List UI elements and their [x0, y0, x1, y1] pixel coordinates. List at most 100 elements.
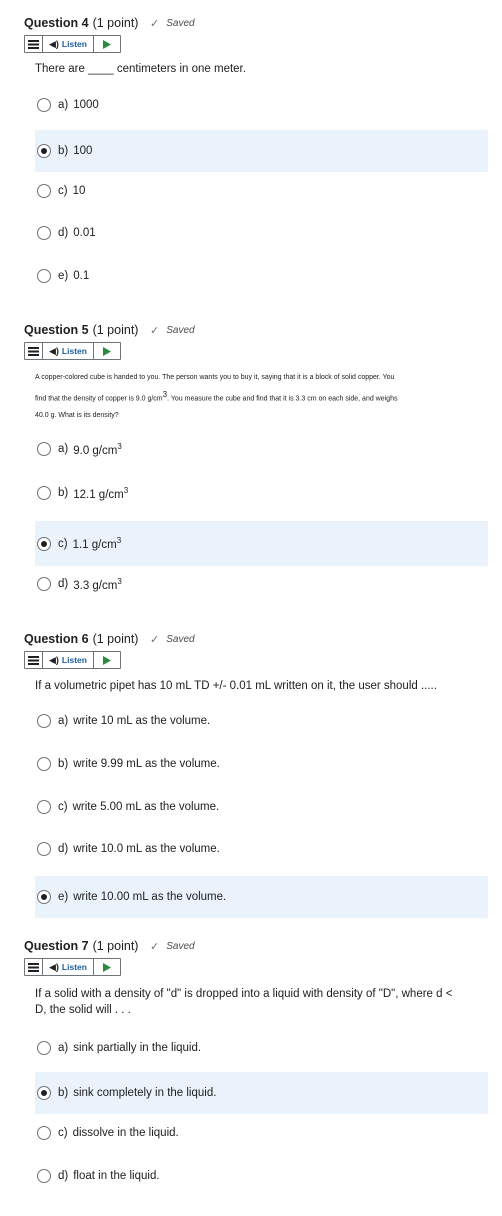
speaker-icon: ◀): [49, 654, 59, 665]
radio-button[interactable]: [37, 536, 51, 551]
option-text: sink partially in the liquid.: [73, 1042, 202, 1054]
prompt-line: 40.0 g. What is its density?: [35, 412, 119, 420]
option-text: write 9.99 mL as the volume.: [73, 758, 220, 770]
play-button[interactable]: [94, 36, 120, 52]
question-points: (1 point): [92, 632, 139, 646]
play-icon: [102, 346, 111, 356]
option-text: 0.01: [73, 227, 96, 239]
radio-button[interactable]: [37, 842, 51, 856]
menu-icon[interactable]: [25, 343, 43, 359]
option-text: write 10.0 mL as the volume.: [73, 843, 220, 855]
radio-button[interactable]: [37, 1041, 51, 1055]
radio-button[interactable]: [37, 1169, 51, 1183]
question-points: (1 point): [92, 939, 139, 953]
radio-button[interactable]: [37, 757, 51, 771]
option-c[interactable]: c) dissolve in the liquid.: [35, 1112, 488, 1154]
listen-label: Listen: [61, 655, 87, 665]
question-prompt: There are ____ centimeters in one meter.: [35, 63, 246, 75]
question-header: Question 7 (1 point): [24, 936, 138, 956]
speaker-icon: ◀): [49, 345, 59, 356]
option-letter: b): [58, 758, 69, 770]
option-a[interactable]: a) 1000: [35, 84, 488, 126]
option-text: write 10.00 mL as the volume.: [73, 891, 227, 903]
radio-button[interactable]: [37, 1126, 51, 1140]
option-letter: a): [58, 1042, 69, 1054]
option-e[interactable]: e) 0.1: [35, 255, 488, 297]
saved-label: Saved: [166, 633, 195, 645]
menu-icon[interactable]: [25, 36, 43, 52]
play-button[interactable]: [94, 959, 120, 975]
option-letter: e): [58, 891, 69, 903]
play-icon: [102, 39, 111, 49]
question-title: Question 7: [24, 939, 89, 953]
listen-label: Listen: [61, 346, 87, 356]
option-letter: b): [58, 145, 69, 157]
saved-status: ✓ Saved: [150, 320, 195, 340]
option-text: float in the liquid.: [73, 1170, 160, 1182]
play-icon: [102, 962, 111, 972]
prompt-line: A copper-colored cube is handed to you. …: [35, 374, 395, 381]
play-icon: [102, 655, 111, 665]
radio-button[interactable]: [37, 577, 51, 591]
radio-button[interactable]: [37, 144, 51, 158]
option-d[interactable]: d) write 10.0 mL as the volume.: [35, 828, 488, 870]
option-letter: c): [58, 185, 68, 197]
option-e[interactable]: e) write 10.00 mL as the volume.: [35, 876, 488, 918]
menu-icon[interactable]: [25, 959, 43, 975]
option-b[interactable]: b) write 9.99 mL as the volume.: [35, 743, 488, 785]
saved-label: Saved: [166, 17, 195, 29]
option-c[interactable]: c) 1.1 g/cm3: [35, 521, 488, 566]
option-b[interactable]: b) 12.1 g/cm3: [35, 472, 488, 514]
question-points: (1 point): [92, 323, 139, 337]
listen-toolbar: ◀) Listen: [24, 651, 121, 669]
option-b[interactable]: b) sink completely in the liquid.: [35, 1072, 488, 1114]
option-a[interactable]: a) 9.0 g/cm3: [35, 428, 488, 470]
prompt-line: If a solid with a density of "d" is drop…: [35, 988, 453, 1000]
listen-button[interactable]: ◀) Listen: [43, 36, 94, 52]
listen-toolbar: ◀) Listen: [24, 35, 121, 53]
radio-button[interactable]: [37, 269, 51, 283]
speaker-icon: ◀): [49, 38, 59, 49]
radio-button[interactable]: [37, 184, 51, 198]
option-b[interactable]: b) 100: [35, 130, 488, 172]
option-letter: c): [58, 537, 68, 550]
question-title: Question 4: [24, 16, 89, 30]
option-text: 9.0 g/cm3: [73, 441, 122, 457]
radio-button[interactable]: [37, 1086, 51, 1100]
option-c[interactable]: c) write 5.00 mL as the volume.: [35, 786, 488, 828]
play-button[interactable]: [94, 652, 120, 668]
option-letter: e): [58, 270, 69, 282]
listen-button[interactable]: ◀) Listen: [43, 652, 94, 668]
listen-button[interactable]: ◀) Listen: [43, 343, 94, 359]
listen-toolbar: ◀) Listen: [24, 342, 121, 360]
question-prompt: A copper-colored cube is handed to you. …: [35, 369, 480, 424]
saved-status: ✓ Saved: [150, 13, 195, 33]
radio-button[interactable]: [37, 226, 51, 240]
option-d[interactable]: d) 0.01: [35, 212, 488, 254]
option-c[interactable]: c) 10: [35, 170, 488, 212]
check-icon: ✓: [150, 633, 160, 646]
check-icon: ✓: [150, 17, 160, 30]
radio-button[interactable]: [37, 486, 51, 500]
radio-button[interactable]: [37, 98, 51, 112]
prompt-line: find that the density of copper is 9.0 g…: [35, 390, 398, 403]
radio-button[interactable]: [37, 890, 51, 904]
option-text: 3.3 g/cm3: [73, 576, 122, 592]
option-letter: d): [58, 843, 69, 855]
menu-icon[interactable]: [25, 652, 43, 668]
radio-button[interactable]: [37, 442, 51, 456]
saved-label: Saved: [166, 324, 195, 336]
option-a[interactable]: a) sink partially in the liquid.: [35, 1027, 488, 1069]
option-letter: d): [58, 1170, 69, 1182]
play-button[interactable]: [94, 343, 120, 359]
radio-button[interactable]: [37, 800, 51, 814]
option-letter: c): [58, 801, 68, 813]
option-text: 12.1 g/cm3: [73, 485, 129, 501]
listen-button[interactable]: ◀) Listen: [43, 959, 94, 975]
option-a[interactable]: a) write 10 mL as the volume.: [35, 700, 488, 742]
option-d[interactable]: d) float in the liquid.: [35, 1155, 488, 1197]
option-text: 100: [73, 145, 93, 157]
option-letter: d): [58, 578, 69, 590]
option-d[interactable]: d) 3.3 g/cm3: [35, 563, 488, 605]
radio-button[interactable]: [37, 714, 51, 728]
